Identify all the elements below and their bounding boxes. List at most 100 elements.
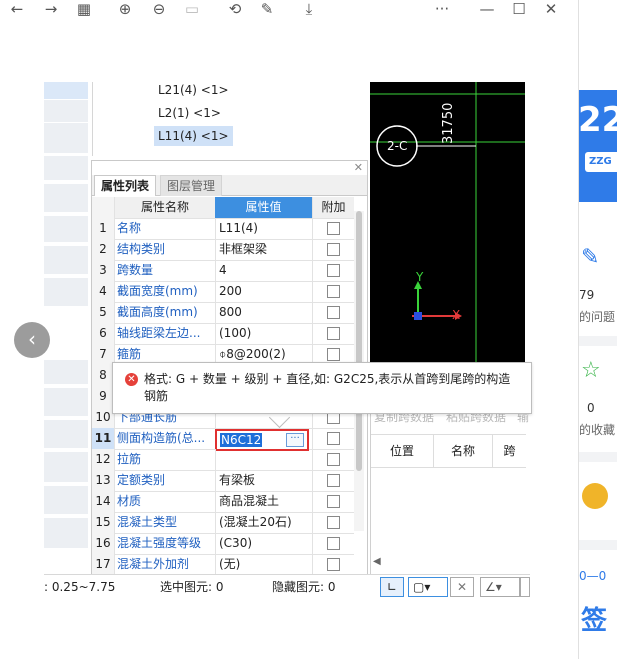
append-checkbox[interactable]	[327, 327, 340, 340]
question-icon[interactable]: ✎	[581, 245, 599, 270]
append-checkbox[interactable]	[327, 495, 340, 508]
append-checkbox[interactable]	[327, 537, 340, 550]
zoom-out-icon[interactable]: ⊖	[150, 0, 168, 18]
row-index: 15	[92, 512, 115, 533]
property-value[interactable]: 非框架梁	[215, 239, 313, 260]
append-checkbox[interactable]	[327, 432, 340, 445]
more-icon[interactable]: ···	[432, 0, 452, 18]
table-row[interactable]: 16 混凝土强度等级 (C30)	[92, 533, 354, 555]
value-edit-input[interactable]: N6C12 ···	[215, 429, 309, 451]
favorite-label: 的收藏	[579, 423, 616, 437]
append-checkbox[interactable]	[327, 222, 340, 235]
tree-item-l2[interactable]: L2(1) <1>	[154, 103, 225, 123]
append-checkbox[interactable]	[327, 474, 340, 487]
table-row[interactable]: 15 混凝土类型 (混凝土20石)	[92, 512, 354, 534]
table-row[interactable]: 1 名称 L11(4)	[92, 218, 354, 240]
star-icon[interactable]: ☆	[581, 358, 601, 383]
append-checkbox[interactable]	[327, 558, 340, 571]
add-cell	[313, 470, 354, 491]
grid-view-icon[interactable]: ▦	[74, 0, 94, 18]
append-checkbox[interactable]	[327, 453, 340, 466]
table-row[interactable]: 3 跨数量 4	[92, 260, 354, 282]
header-index	[92, 197, 115, 218]
property-value[interactable]: L11(4)	[215, 218, 313, 239]
rotate-icon[interactable]: ⟲	[226, 0, 244, 18]
status-range: : 0.25~7.75	[44, 580, 116, 594]
property-name: 轴线距梁左边...	[115, 323, 216, 344]
append-checkbox[interactable]	[327, 516, 340, 529]
close-icon[interactable]: ✕	[542, 0, 560, 18]
tree-item-l11[interactable]: L11(4) <1>	[154, 126, 233, 146]
previous-image-button[interactable]: ‹	[14, 322, 50, 358]
angle-tool-icon[interactable]: ∠▾	[480, 577, 520, 597]
zoom-in-icon[interactable]: ⊕	[116, 0, 134, 18]
ellipsis-button[interactable]: ···	[286, 433, 304, 447]
scroll-thumb[interactable]	[356, 211, 362, 471]
header-value: 属性值	[215, 197, 313, 218]
table-row[interactable]: 12 拉筋	[92, 449, 354, 471]
table-row[interactable]: 14 材质 商品混凝土	[92, 491, 354, 513]
row-index: 13	[92, 470, 115, 491]
table-row[interactable]: 2 结构类别 非框架梁	[92, 239, 354, 261]
append-checkbox[interactable]	[327, 285, 340, 298]
row-index: 1	[92, 218, 115, 239]
property-value[interactable]: 有梁板	[215, 470, 313, 491]
table-row[interactable]: 13 定额类别 有梁板	[92, 470, 354, 492]
cad-canvas[interactable]: 2-C 31750 Y X	[370, 82, 525, 362]
minimize-icon[interactable]: —	[478, 0, 496, 18]
dimension-label: 31750	[441, 102, 456, 144]
append-checkbox[interactable]	[327, 348, 340, 361]
snap-mode-icon[interactable]: ∟	[380, 577, 404, 597]
property-value[interactable]: 商品混凝土	[215, 491, 313, 512]
tree-item-l21[interactable]: L21(4) <1>	[154, 80, 233, 100]
back-arrow-icon[interactable]: ←	[8, 0, 26, 18]
tab-properties[interactable]: 属性列表	[94, 175, 157, 196]
property-value[interactable]: 200	[215, 281, 313, 302]
tooltip-text: 格式: G + 数量 + 级别 + 直径,如: G2C25,表示从首跨到尾跨的构…	[144, 372, 511, 403]
append-checkbox[interactable]	[327, 264, 340, 277]
table-row[interactable]: 6 轴线距梁左边... (100)	[92, 323, 354, 345]
viewer-toolbar: ← → ▦ ⊕ ⊖ ▭ ⟲ ✎ ⤓ ··· — ☐ ✕	[0, 0, 578, 20]
sign-in-button[interactable]: 签	[581, 600, 607, 637]
property-value[interactable]: (混凝土20石)	[215, 512, 313, 533]
right-side-panel: 22 ZZG ✎ 79 的问题 ☆ 0 的收藏 0—0 签	[578, 0, 617, 659]
append-checkbox[interactable]	[327, 243, 340, 256]
property-name: 跨数量	[115, 260, 216, 281]
row-index: 17	[92, 554, 115, 575]
fit-width-icon[interactable]: ▭	[183, 0, 201, 18]
property-value[interactable]: 4	[215, 260, 313, 281]
maximize-icon[interactable]: ☐	[510, 0, 528, 18]
left-column	[44, 100, 88, 570]
property-value[interactable]: (C30)	[215, 533, 313, 554]
property-value[interactable]: 800	[215, 302, 313, 323]
more-tool-icon[interactable]	[520, 577, 530, 597]
grid-header-span: 跨	[503, 444, 516, 458]
promo-banner[interactable]: 22 ZZG	[579, 90, 617, 202]
status-hidden: 隐藏图元: 0	[272, 580, 336, 594]
row-index: 12	[92, 449, 115, 470]
medal-icon	[582, 483, 608, 509]
forward-arrow-icon[interactable]: →	[42, 0, 60, 18]
x-axis-label: X	[452, 308, 461, 322]
error-icon: ✕	[125, 373, 138, 386]
header-name: 属性名称	[115, 197, 216, 218]
table-row[interactable]: 11 侧面构造筋(总... N6C12 ···	[92, 428, 354, 451]
scroll-left-icon[interactable]: ◀	[373, 556, 381, 567]
edit-icon[interactable]: ✎	[258, 0, 276, 18]
cross-select-icon[interactable]: ✕	[450, 577, 474, 597]
grid-header: 位置 名称 跨	[371, 434, 526, 468]
table-row[interactable]: 5 截面高度(mm) 800	[92, 302, 354, 324]
table-row[interactable]: 4 截面宽度(mm) 200	[92, 281, 354, 303]
add-cell	[313, 218, 354, 239]
download-icon[interactable]: ⤓	[300, 0, 318, 18]
question-label: 的问题	[579, 310, 616, 324]
rect-select-icon[interactable]: ▢▾	[408, 577, 448, 597]
property-value[interactable]: (100)	[215, 323, 313, 344]
panel-close-icon[interactable]: ✕	[354, 161, 363, 174]
property-value[interactable]: (无)	[215, 554, 313, 575]
property-name: 混凝土强度等级	[115, 533, 216, 554]
tab-layers[interactable]: 图层管理	[160, 175, 223, 196]
table-row[interactable]: 17 混凝土外加剂 (无)	[92, 554, 354, 576]
property-value[interactable]	[215, 449, 313, 470]
append-checkbox[interactable]	[327, 306, 340, 319]
